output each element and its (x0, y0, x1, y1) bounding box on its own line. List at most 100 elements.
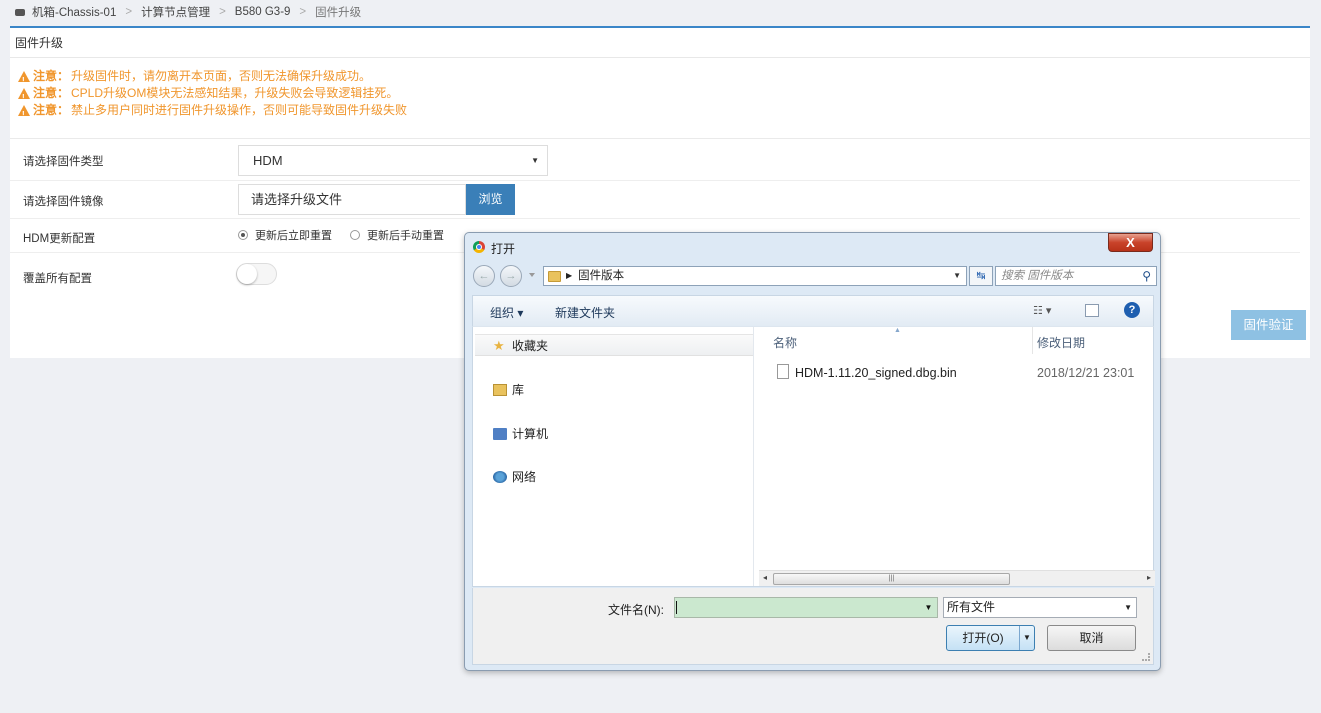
panel-title: 固件升级 (10, 28, 1310, 58)
firmware-image-row: 请选择固件镜像 请选择升级文件 浏览 (10, 181, 1300, 219)
nav-item-libraries[interactable]: 库 (493, 381, 524, 398)
warning-icon (18, 105, 30, 123)
file-list-header: 名称 ▲ 修改日期 (755, 327, 1155, 354)
warning-icon (18, 88, 30, 106)
search-input[interactable]: 搜索 固件版本 ⚲ (995, 266, 1157, 286)
nav-item-label: 网络 (512, 470, 537, 484)
warning-prefix: 注意： (33, 103, 70, 117)
computer-icon (493, 427, 507, 440)
hdm-config-radio-group: 更新后立即重置 更新后手动重置 (238, 227, 444, 243)
filename-input[interactable] (674, 597, 938, 618)
file-type-select[interactable]: 所有文件 ▼ (943, 597, 1137, 618)
search-placeholder: 搜索 固件版本 (1001, 270, 1074, 282)
warning-text: CPLD升级OM模块无法感知结果，升级失败会导致逻辑挂死。 (71, 86, 399, 100)
chevron-down-icon: ▼ (531, 156, 539, 165)
warning-prefix: 注意： (33, 69, 70, 83)
scroll-left-icon[interactable]: ◂ (763, 573, 767, 582)
verify-firmware-button[interactable]: 固件验证 (1231, 310, 1306, 340)
toggle-knob (237, 264, 257, 284)
chevron-right-icon[interactable]: ▶ (566, 267, 572, 285)
warning-item: 注意： CPLD升级OM模块无法感知结果，升级失败会导致逻辑挂死。 (18, 85, 1302, 106)
breadcrumb-chassis[interactable]: 机箱-Chassis-01 (32, 4, 116, 20)
dashboard-icon (14, 7, 26, 18)
open-button[interactable]: 打开(O) ▼ (946, 625, 1035, 651)
nav-item-label: 收藏夹 (512, 339, 549, 353)
warning-icon (18, 71, 30, 89)
warning-item: 注意： 禁止多用户同时进行固件升级操作，否则可能导致固件升级失败 (18, 102, 1302, 123)
warning-text: 禁止多用户同时进行固件升级操作，否则可能导致固件升级失败 (71, 103, 408, 117)
refresh-icon[interactable]: ↹ (969, 266, 993, 286)
breadcrumb-separator: > (299, 6, 307, 18)
search-icon[interactable]: ⚲ (1142, 267, 1151, 285)
nav-item-network[interactable]: 网络 (493, 468, 536, 485)
browse-button[interactable]: 浏览 (466, 184, 515, 215)
open-file-dialog: 打开 X ← → ▶ 固件版本 ▼ ↹ 搜索 固件版本 ⚲ 组织 ▾ 新建文件夹… (464, 232, 1161, 671)
firmware-type-select[interactable]: HDM ▼ (238, 145, 548, 176)
warning-list: 注意： 升级固件时，请勿离开本页面，否则无法确保升级成功。 注意： CPLD升级… (10, 58, 1310, 139)
dialog-titlebar[interactable]: 打开 X (465, 233, 1160, 261)
help-icon[interactable]: ? (1124, 302, 1140, 318)
library-icon (493, 383, 507, 396)
hdm-config-label: HDM更新配置 (23, 233, 96, 245)
breadcrumb-node[interactable]: B580 G3-9 (235, 6, 291, 18)
radio-reset-immediately[interactable] (238, 230, 248, 240)
address-bar[interactable]: ▶ 固件版本 ▼ (543, 266, 967, 286)
column-date-modified[interactable]: 修改日期 (1037, 334, 1085, 351)
scroll-right-icon[interactable]: ▸ (1147, 573, 1151, 582)
file-row[interactable]: HDM-1.11.20_signed.dbg.bin 2018/12/21 23… (755, 363, 1155, 385)
firmware-type-label: 请选择固件类型 (23, 156, 104, 168)
dialog-footer: 文件名(N): ▼ 所有文件 ▼ 打开(O) ▼ 取消 (472, 588, 1154, 665)
breadcrumb: 机箱-Chassis-01 > 计算节点管理 > B580 G3-9 > 固件升… (14, 4, 361, 20)
dialog-body: ★ 收藏夹 库 计算机 网络 名称 ▲ 修改日期 HDM-1.11.20_sig… (472, 326, 1155, 587)
star-icon: ★ (493, 337, 505, 353)
open-split-dropdown-icon[interactable]: ▼ (1019, 626, 1034, 650)
organize-menu[interactable]: 组织 ▾ (490, 304, 523, 321)
nav-item-favorites[interactable]: ★ 收藏夹 (493, 337, 548, 354)
column-divider[interactable] (1032, 327, 1033, 354)
overwrite-config-label: 覆盖所有配置 (23, 273, 92, 285)
nav-item-computer[interactable]: 计算机 (493, 425, 548, 442)
back-arrow-icon[interactable]: ← (473, 265, 495, 287)
preview-pane-icon[interactable] (1085, 304, 1099, 317)
chrome-icon (473, 241, 485, 253)
network-icon (493, 470, 507, 483)
horizontal-scrollbar[interactable]: ◂ ||| ▸ (759, 570, 1155, 586)
warning-item: 注意： 升级固件时，请勿离开本页面，否则无法确保升级成功。 (18, 68, 1302, 89)
scrollbar-thumb[interactable]: ||| (773, 573, 1010, 585)
file-icon (777, 364, 789, 379)
new-folder-button[interactable]: 新建文件夹 (555, 304, 615, 321)
open-button-label[interactable]: 打开(O) (947, 626, 1019, 650)
firmware-file-input[interactable]: 请选择升级文件 (238, 184, 466, 215)
breadcrumb-separator: > (125, 6, 133, 18)
firmware-type-value: HDM (253, 153, 283, 168)
filename-dropdown-icon[interactable]: ▼ (919, 597, 938, 618)
file-type-value: 所有文件 (947, 600, 996, 614)
chevron-down-icon[interactable]: ▼ (953, 267, 961, 285)
nav-item-label: 库 (512, 383, 525, 397)
firmware-image-label: 请选择固件镜像 (23, 196, 104, 208)
history-dropdown-icon[interactable] (529, 273, 535, 277)
overwrite-config-toggle[interactable] (236, 263, 277, 285)
breadcrumb-current: 固件升级 (315, 7, 362, 19)
folder-icon (548, 270, 561, 282)
file-name[interactable]: HDM-1.11.20_signed.dbg.bin (795, 366, 957, 380)
close-button[interactable]: X (1108, 233, 1153, 252)
breadcrumb-compute-nodes[interactable]: 计算节点管理 (141, 4, 210, 20)
file-date: 2018/12/21 23:01 (1037, 366, 1135, 380)
filename-label: 文件名(N): (608, 603, 664, 617)
forward-arrow-icon[interactable]: → (500, 265, 522, 287)
address-path[interactable]: 固件版本 (578, 267, 624, 285)
firmware-type-row: 请选择固件类型 HDM ▼ (10, 141, 1300, 181)
radio-reset-manually-label[interactable]: 更新后手动重置 (367, 227, 444, 243)
view-options-icon[interactable]: ☷ ▾ (1033, 304, 1051, 317)
column-name[interactable]: 名称 (773, 334, 797, 351)
nav-item-label: 计算机 (512, 427, 549, 441)
cancel-button[interactable]: 取消 (1047, 625, 1136, 651)
warning-text: 升级固件时，请勿离开本页面，否则无法确保升级成功。 (71, 69, 372, 83)
navigation-pane: ★ 收藏夹 库 计算机 网络 (473, 327, 754, 586)
resize-grip-icon[interactable] (1142, 653, 1150, 661)
warning-prefix: 注意： (33, 86, 70, 100)
radio-reset-manually[interactable] (350, 230, 360, 240)
breadcrumb-separator: > (219, 6, 226, 18)
radio-reset-immediately-label[interactable]: 更新后立即重置 (255, 227, 332, 243)
